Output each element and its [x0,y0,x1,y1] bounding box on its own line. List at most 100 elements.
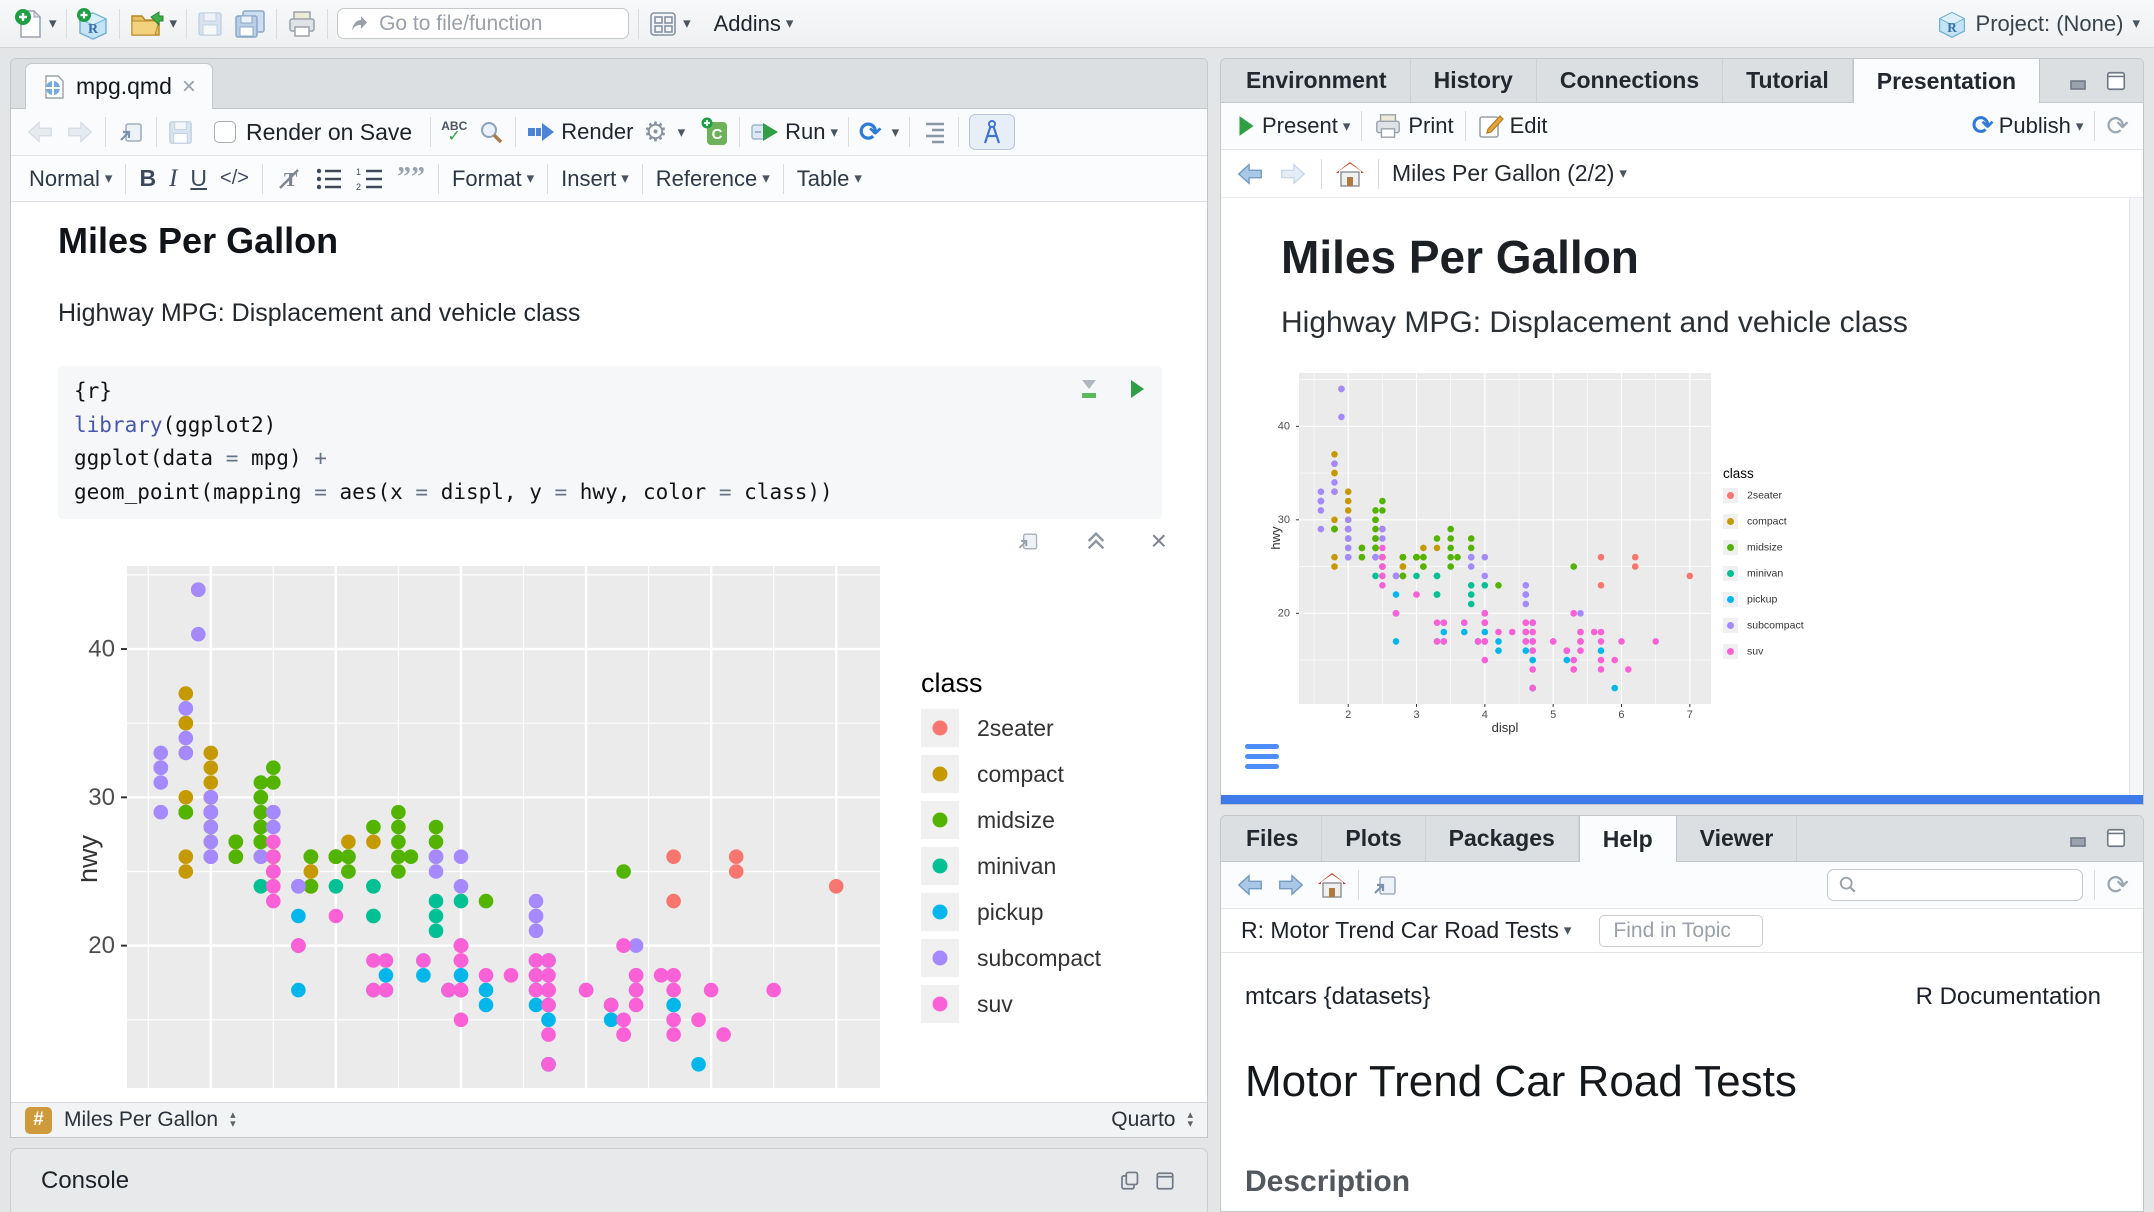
slide-forward-icon[interactable] [1278,160,1308,188]
help-popout-icon[interactable] [1370,871,1400,899]
reference-menu[interactable]: Reference▾ [656,166,770,192]
tab-packages[interactable]: Packages [1426,816,1579,861]
gear-icon[interactable]: ⚙ [643,119,667,146]
save-icon[interactable] [167,119,194,146]
popout-icon[interactable] [116,118,146,146]
console-popout-icon[interactable] [1115,1169,1141,1193]
visual-editor-toggle[interactable] [969,114,1015,150]
back-icon[interactable] [25,118,55,146]
run-chunk-icon[interactable] [1128,378,1146,400]
mode-arrows-icon[interactable]: ▴▾ [1187,1111,1193,1129]
publish-caret[interactable]: ▾ [2076,119,2084,134]
paragraph-style-menu[interactable]: Normal ▾ [29,166,112,192]
new-file-caret[interactable]: ▾ [49,16,57,31]
minimize-pane-icon[interactable] [2069,71,2093,91]
help-content[interactable]: mtcars {datasets} R Documentation Motor … [1221,953,2143,1211]
new-project-button[interactable]: R [76,7,110,41]
maximize-pane-icon[interactable] [2105,827,2127,849]
insert-menu[interactable]: Insert▾ [561,166,629,192]
table-menu[interactable]: Table▾ [797,166,862,192]
save-all-button[interactable] [233,9,267,39]
pane-resize-highlight[interactable] [1221,795,2143,804]
tab-files[interactable]: Files [1223,816,1322,861]
format-menu[interactable]: Format▾ [452,166,534,192]
clear-format-icon[interactable]: T [276,166,302,192]
help-topic-menu[interactable]: R: Motor Trend Car Road Tests ▾ [1241,917,1571,944]
document-canvas[interactable]: Miles Per Gallon Highway MPG: Displaceme… [11,202,1207,1102]
render-on-save-checkbox[interactable] [214,121,236,143]
clear-output-icon[interactable]: × [1151,527,1167,555]
print-presentation-button[interactable]: Print [1373,112,1453,140]
open-file-button[interactable]: ▾ [129,9,178,39]
tab-help[interactable]: Help [1579,816,1677,862]
r-code-chunk[interactable]: {r}library(ggplot2)ggplot(data = mpg) + … [58,366,1162,519]
outline-icon[interactable] [920,120,948,144]
open-file-caret[interactable]: ▾ [170,16,178,31]
save-button[interactable] [196,10,224,38]
new-file-button[interactable]: ▾ [14,8,57,40]
presentation-slide[interactable]: Miles Per Gallon Highway MPG: Displaceme… [1221,198,2143,795]
tab-environment[interactable]: Environment [1223,59,1411,102]
section-jump-label[interactable]: Miles Per Gallon [64,1108,218,1132]
minimize-pane-icon[interactable] [2069,828,2093,848]
rerun-icon[interactable]: ⟳ [859,119,882,146]
tab-connections[interactable]: Connections [1537,59,1723,102]
run-caret[interactable]: ▾ [831,125,839,140]
workspace-panes-button[interactable]: ▾ [648,10,691,38]
tab-viewer[interactable]: Viewer [1677,816,1798,861]
panes-caret[interactable]: ▾ [683,16,691,31]
blockquote-button[interactable]: ”” [397,170,425,187]
addins-menu[interactable]: Addins ▾ [714,11,794,37]
svg-text:2: 2 [356,182,361,191]
render-button[interactable]: Render [526,119,633,145]
refresh-icon[interactable]: ⟳ [2106,113,2129,140]
find-in-topic-input[interactable]: Find in Topic [1599,915,1763,947]
project-menu[interactable]: R Project: (None) ▾ [1937,9,2140,39]
bullet-list-icon[interactable] [315,167,343,191]
underline-button[interactable]: U [190,165,207,192]
slide-menu-icon[interactable] [1245,744,1279,769]
collapse-output-icon[interactable] [1083,530,1109,552]
publish-button[interactable]: ⟳ Publish ▾ [1972,113,2083,139]
slide-select-menu[interactable]: Miles Per Gallon (2/2) ▾ [1392,160,1627,187]
bold-button[interactable]: B [139,165,156,192]
tab-tutorial[interactable]: Tutorial [1723,59,1853,102]
forward-icon[interactable] [65,118,95,146]
run-button[interactable]: Run ▾ [750,119,838,145]
help-search-input[interactable] [1827,869,2083,901]
insert-chunk-button[interactable]: C [701,117,729,147]
help-toolbar: ⟳ [1221,862,2143,909]
maximize-pane-icon[interactable] [2105,70,2127,92]
help-home-icon[interactable] [1317,871,1347,899]
edit-presentation-button[interactable]: Edit [1477,112,1548,140]
italic-button[interactable]: I [169,165,177,193]
numbered-list-icon[interactable]: 12 [356,167,384,191]
print-button[interactable] [286,9,318,39]
tab-presentation[interactable]: Presentation [1853,59,2040,103]
run-chunks-above-icon[interactable] [1078,377,1100,401]
editor-tab-mpg-qmd[interactable]: mpg.qmd × [25,63,213,109]
help-refresh-icon[interactable]: ⟳ [2106,872,2129,899]
section-jump-arrows-icon[interactable]: ▴▾ [230,1111,236,1129]
spellcheck-button[interactable]: ABC ✓ [441,120,467,145]
popout-output-icon[interactable] [1015,529,1041,553]
console-header[interactable]: Console [11,1149,1207,1212]
present-button[interactable]: Present ▾ [1235,113,1350,139]
code-button[interactable]: </> [220,167,249,190]
slide-scrollbar[interactable] [2129,198,2143,795]
search-icon[interactable] [477,118,505,146]
goto-file-search[interactable]: Go to file/function [337,8,629,39]
home-icon[interactable] [1335,160,1365,188]
slide-back-icon[interactable] [1235,160,1265,188]
tab-history[interactable]: History [1411,59,1537,102]
close-icon[interactable]: × [182,75,196,99]
slide-select-caret: ▾ [1619,166,1627,181]
render-settings-caret[interactable]: ▾ [678,125,686,140]
help-back-icon[interactable] [1235,871,1265,899]
rerun-caret[interactable]: ▾ [892,125,900,140]
help-forward-icon[interactable] [1276,871,1306,899]
tab-plots[interactable]: Plots [1322,816,1425,861]
console-maximize-icon[interactable] [1153,1169,1177,1193]
present-caret[interactable]: ▾ [1343,119,1351,134]
language-mode-label[interactable]: Quarto [1111,1108,1175,1132]
